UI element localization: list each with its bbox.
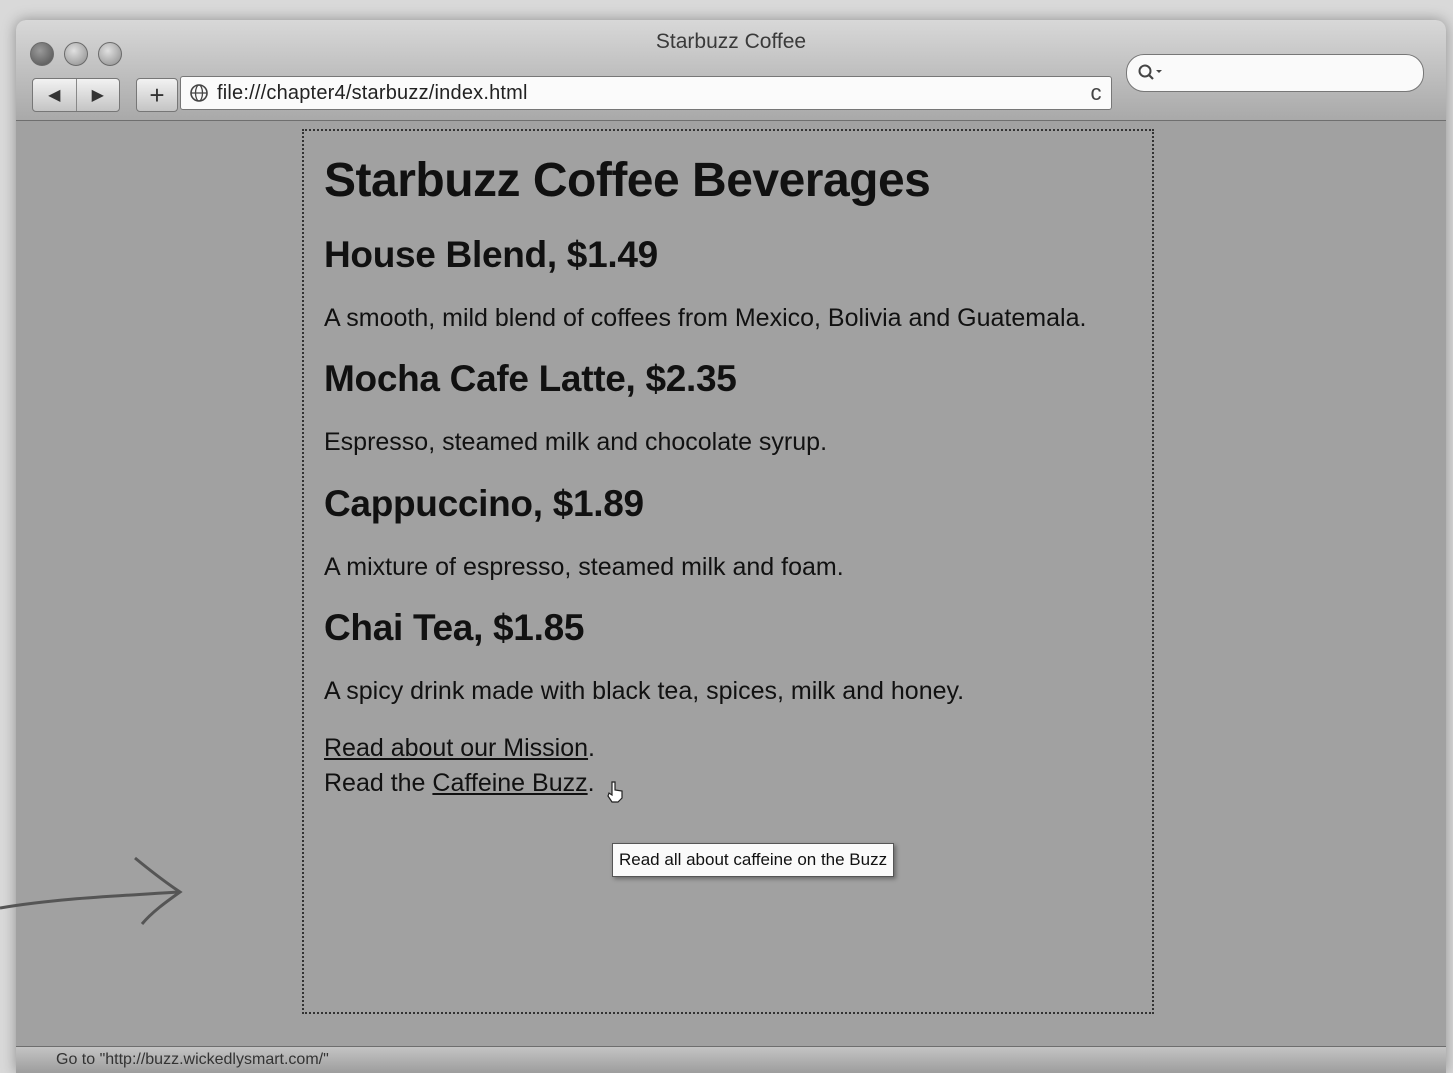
- beverage-description: A mixture of espresso, steamed milk and …: [324, 552, 844, 581]
- back-button[interactable]: ◀: [33, 79, 76, 111]
- address-bar[interactable]: file:///chapter4/starbuzz/index.html c: [180, 76, 1112, 110]
- hand-pointer-icon: [607, 781, 623, 803]
- caffeine-prefix: Read the: [324, 769, 433, 797]
- plus-icon: +: [149, 80, 165, 110]
- address-bar-url[interactable]: file:///chapter4/starbuzz/index.html: [217, 82, 1081, 105]
- beverage-description: A spicy drink made with black tea, spice…: [324, 676, 965, 705]
- page-content-box: Starbuzz Coffee Beverages House Blend, $…: [302, 129, 1154, 1014]
- mission-line: Read about our Mission.: [324, 731, 1152, 766]
- beverage-description: Espresso, steamed milk and chocolate syr…: [324, 428, 828, 457]
- status-bar: Go to "http://buzz.wickedlysmart.com/": [16, 1046, 1446, 1073]
- beverage-title: Cappuccino, $1.89: [324, 482, 644, 524]
- mission-suffix: .: [588, 734, 595, 762]
- status-text: Go to "http://buzz.wickedlysmart.com/": [56, 1051, 329, 1068]
- caffeine-suffix: .: [587, 769, 595, 797]
- beverage-description: A smooth, mild blend of coffees from Mex…: [324, 304, 1087, 332]
- forward-arrow-icon: ▶: [91, 87, 104, 104]
- window-title: Starbuzz Coffee: [655, 30, 807, 53]
- search-icon[interactable]: [1137, 61, 1167, 85]
- back-arrow-icon: ◀: [48, 87, 61, 104]
- link-tooltip: Read all about caffeine on the Buzz: [612, 843, 895, 877]
- mission-link[interactable]: Read about our Mission: [324, 734, 588, 762]
- beverage-title: Mocha Cafe Latte, $2.35: [324, 358, 737, 400]
- beverage-title: House Blend, $1.49: [324, 234, 658, 275]
- links-paragraph: Read about our Mission. Read the Caffein…: [324, 731, 1152, 877]
- reload-icon[interactable]: c: [1081, 80, 1111, 106]
- globe-icon: [187, 81, 211, 105]
- caffeine-line: Read the Caffeine Buzz.: [324, 766, 1152, 801]
- title-bar: Starbuzz Coffee ◀ ▶ + file:///chapter4/s…: [16, 20, 1446, 121]
- caffeine-buzz-link[interactable]: Caffeine Buzz: [432, 769, 587, 797]
- browser-window: Starbuzz Coffee ◀ ▶ + file:///chapter4/s…: [16, 20, 1446, 1073]
- navigation-buttons: ◀ ▶: [32, 78, 120, 112]
- search-field[interactable]: [1126, 54, 1424, 92]
- beverage-title: Chai Tea, $1.85: [324, 606, 585, 648]
- forward-button[interactable]: ▶: [75, 79, 120, 111]
- hand-drawn-arrow-icon: [0, 856, 183, 925]
- book-page: Starbuzz Coffee ◀ ▶ + file:///chapter4/s…: [0, 0, 1453, 1073]
- page-heading: Starbuzz Coffee Beverages: [324, 154, 931, 207]
- add-bookmark-button[interactable]: +: [136, 78, 178, 112]
- page-viewport: Starbuzz Coffee Beverages House Blend, $…: [16, 121, 1446, 1047]
